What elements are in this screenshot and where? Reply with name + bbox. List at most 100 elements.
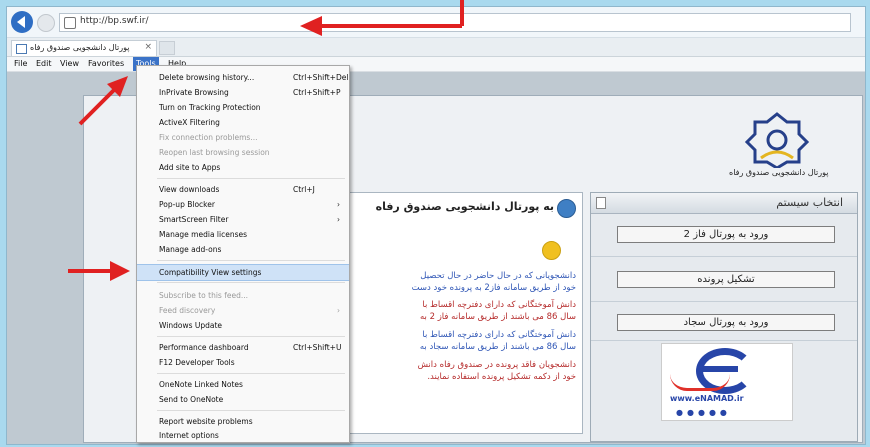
tab-label: پورتال دانشجویی صندوق رفاه (30, 43, 130, 52)
welcome-line: خود از دکمه تشکیل پرونده استفاده نمایند. (427, 372, 576, 382)
menu-item-shortcut: Ctrl+J (293, 185, 315, 194)
menu-item-popup-blocker[interactable]: Pop-up Blocker › (137, 197, 349, 212)
menu-item-subscribe-feed: Subscribe to this feed... (137, 288, 349, 303)
menu-edit[interactable]: Edit (33, 57, 55, 71)
menu-item-label: Report website problems (159, 417, 253, 426)
submenu-arrow-icon: › (337, 306, 340, 315)
menu-item-internet-options[interactable]: Internet options (137, 428, 349, 443)
menu-separator (157, 410, 345, 411)
enamad-logo-bar (702, 366, 738, 372)
menu-item-label: Manage media licenses (159, 230, 248, 239)
menu-item-report-problems[interactable]: Report website problems (137, 414, 349, 429)
address-bar-row: http://bp.swf.ir/ (7, 7, 865, 38)
menu-item-label: Pop-up Blocker (159, 200, 215, 209)
menu-item-shortcut: Ctrl+Shift+P (293, 88, 341, 97)
menu-item-manage-addons[interactable]: Manage add-ons (137, 242, 349, 257)
menu-item-view-downloads[interactable]: View downloads Ctrl+J (137, 182, 349, 197)
welcome-line: خود از طریق سامانه فاز2 به پرونده خود دس… (411, 283, 576, 293)
forward-button[interactable] (37, 14, 55, 32)
menu-item-label: Performance dashboard (159, 343, 249, 352)
menu-separator (157, 260, 345, 261)
menu-item-inprivate[interactable]: InPrivate Browsing Ctrl+Shift+P (137, 85, 349, 100)
tools-dropdown-menu: Delete browsing history... Ctrl+Shift+Del… (136, 65, 350, 443)
menu-item-label: SmartScreen Filter (159, 215, 229, 224)
address-input[interactable]: http://bp.swf.ir/ (59, 13, 851, 32)
tab-strip: پورتال دانشجویی صندوق رفاه × (7, 38, 865, 57)
site-logo (744, 112, 810, 168)
tab-favicon-icon (16, 44, 27, 54)
welcome-line: دانش آموختگانی که دارای دفترچه اقساط با (422, 300, 576, 310)
menu-item-shortcut: Ctrl+Shift+U (293, 343, 342, 352)
enamad-badge[interactable]: www.eNAMAD.ir ●●●●● (661, 343, 793, 421)
globe-icon (557, 199, 576, 218)
tab-close-icon[interactable]: × (144, 42, 152, 52)
menu-item-label: Subscribe to this feed... (159, 291, 248, 300)
system-row: تشکیل پرونده (591, 257, 857, 302)
portal-phase2-button[interactable]: ورود به پورتال فاز 2 (617, 226, 835, 243)
menu-item-performance-dashboard[interactable]: Performance dashboard Ctrl+Shift+U (137, 340, 349, 355)
menu-item-delete-history[interactable]: Delete browsing history... Ctrl+Shift+Del (137, 70, 349, 85)
menu-item-label: Delete browsing history... (159, 73, 255, 82)
browser-window: http://bp.swf.ir/ پورتال دانشجویی صندوق … (6, 6, 866, 445)
menu-item-label: ActiveX Filtering (159, 118, 220, 127)
menu-file[interactable]: File (11, 57, 30, 71)
enamad-stars: ●●●●● (676, 408, 731, 417)
menu-item-label: Add site to Apps (159, 163, 221, 172)
system-row: ورود به پورتال فاز 2 (591, 214, 857, 257)
menu-item-onenote-linked[interactable]: OneNote Linked Notes (137, 377, 349, 392)
menu-item-tracking-protection[interactable]: Turn on Tracking Protection (137, 100, 349, 115)
menu-item-label: InPrivate Browsing (159, 88, 229, 97)
browser-tab[interactable]: پورتال دانشجویی صندوق رفاه × (11, 40, 157, 56)
panel-icon (596, 197, 606, 209)
menu-item-label: F12 Developer Tools (159, 358, 235, 367)
menu-separator (157, 282, 345, 283)
new-tab-button[interactable] (159, 41, 175, 55)
create-file-button[interactable]: تشکیل پرونده (617, 271, 835, 288)
menu-item-add-site-apps[interactable]: Add site to Apps (137, 160, 349, 175)
menu-item-label: Turn on Tracking Protection (159, 103, 261, 112)
welcome-panel: به پورتال دانشجویی صندوق رفاه دانشجویانی… (343, 192, 583, 434)
menu-item-label: View downloads (159, 185, 220, 194)
menu-separator (157, 373, 345, 374)
menu-item-label: Windows Update (159, 321, 223, 330)
page-icon (64, 17, 76, 29)
system-select-title: انتخاب سیستم (776, 196, 843, 209)
back-button[interactable] (11, 11, 33, 33)
menu-favorites[interactable]: Favorites (85, 57, 127, 71)
menu-item-label: Fix connection problems... (159, 133, 258, 142)
menu-item-shortcut: Ctrl+Shift+Del (293, 73, 349, 82)
submenu-arrow-icon: › (337, 200, 340, 209)
menu-item-label: Feed discovery (159, 306, 216, 315)
welcome-line: دانش آموختگانی که دارای دفترچه اقساط با (422, 330, 576, 340)
welcome-line: سال 86 می باشند از طریق سامانه فاز 2 به (419, 312, 576, 322)
menu-item-f12-tools[interactable]: F12 Developer Tools (137, 355, 349, 370)
menu-item-smartscreen[interactable]: SmartScreen Filter › (137, 212, 349, 227)
welcome-line: سال 86 می باشند از طریق سامانه سجاد به (419, 342, 576, 352)
menu-item-activex-filtering[interactable]: ActiveX Filtering (137, 115, 349, 130)
menu-item-label: Internet options (159, 431, 219, 440)
welcome-line: دانشجویانی که در حال حاضر در حال تحصیل (420, 271, 576, 281)
enamad-swoosh (670, 374, 730, 391)
menu-view[interactable]: View (57, 57, 82, 71)
submenu-arrow-icon: › (337, 215, 340, 224)
url-text: http://bp.swf.ir/ (80, 16, 149, 26)
menu-item-windows-update[interactable]: Windows Update (137, 318, 349, 333)
system-select-header: انتخاب سیستم (591, 193, 857, 214)
sajad-portal-button[interactable]: ورود به پورتال سجاد (617, 314, 835, 331)
welcome-line: دانشجویان فاقد پرونده در صندوق رفاه دانش (417, 360, 576, 370)
menu-item-send-onenote[interactable]: Send to OneNote (137, 392, 349, 407)
menu-item-label: Manage add-ons (159, 245, 222, 254)
menu-item-feed-discovery: Feed discovery › (137, 303, 349, 318)
menu-separator (157, 336, 345, 337)
menu-item-reopen-session: Reopen last browsing session (137, 145, 349, 160)
welcome-title: به پورتال دانشجویی صندوق رفاه (375, 200, 554, 213)
menu-item-compatibility-view[interactable]: Compatibility View settings (137, 264, 349, 281)
menu-separator (157, 178, 345, 179)
system-select-panel: انتخاب سیستم ورود به پورتال فاز 2 تشکیل … (590, 192, 858, 442)
menu-item-fix-connection: Fix connection problems... (137, 130, 349, 145)
menu-item-label: OneNote Linked Notes (159, 380, 243, 389)
menu-item-label: Send to OneNote (159, 395, 224, 404)
enamad-site: www.eNAMAD.ir (670, 394, 744, 403)
logo-caption: پورتال دانشجویی صندوق رفاه (729, 168, 829, 177)
menu-item-media-licenses[interactable]: Manage media licenses (137, 227, 349, 242)
